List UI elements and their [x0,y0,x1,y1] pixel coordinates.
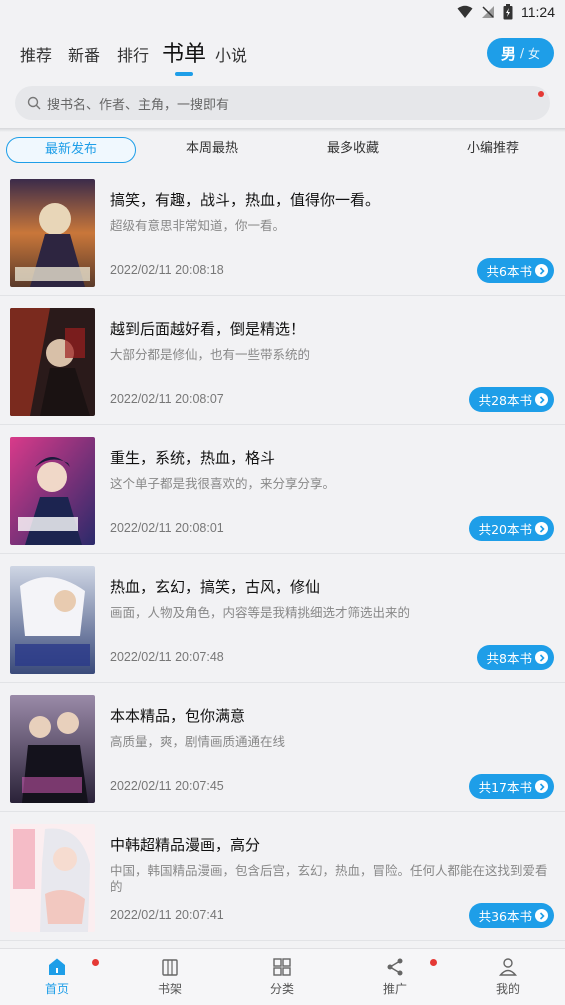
top-tabs: 推荐 新番 排行 书单 小说 [0,32,565,76]
list-title: 越到后面越好看，倒是精选！ [110,320,306,338]
nav-profile-label: 我的 [495,982,520,996]
list-title: 搞笑，有趣，战斗，热血，值得你一看。 [110,191,381,209]
book-count-label: 共36本书 [478,909,532,924]
chevron-right-icon [535,393,548,406]
list-title: 中韩超精品漫画，高分 [110,836,261,854]
nav-home-label: 首页 [44,982,69,996]
list-date: 2022/02/11 20:07:45 [110,779,224,793]
status-bar: 11:24 [0,0,565,28]
battery-icon [503,4,513,20]
notification-dot [430,959,437,966]
book-count-label: 共20本书 [478,522,532,537]
cover-image [10,824,95,932]
list-title: 本本精品，包你满意 [110,707,246,725]
list-description: 超级有意思非常知道，你一看。 [110,218,286,233]
book-count-button[interactable]: 共36本书 [468,903,554,928]
tab-recommend[interactable]: 推荐 [20,42,52,66]
list-item[interactable]: 本本精品，包你满意 高质量，爽，剧情画质通通在线 2022/02/11 20:0… [0,685,565,812]
search-placeholder: 搜书名、作者、主角，一搜即有 [47,97,230,113]
cover-image [10,566,95,674]
list-description: 画面，人物及角色，内容等是我精挑细选才筛选出来的 [110,605,411,620]
cover-image [10,308,95,416]
header-divider [0,128,565,132]
nav-home[interactable]: 首页 [27,957,87,997]
list-description: 大部分都是修仙，也有一些带系统的 [110,347,311,362]
nav-category-label: 分类 [269,982,294,996]
book-count-button[interactable]: 共28本书 [468,387,554,412]
chevron-right-icon [535,264,548,277]
search-icon [27,96,41,110]
tab-novel[interactable]: 小说 [215,42,247,66]
book-count-button[interactable]: 共17本书 [468,774,554,799]
list-date: 2022/02/11 20:08:01 [110,521,224,535]
gender-female: 女 [528,46,541,61]
nav-promote[interactable]: 推广 [365,957,425,997]
notification-dot [92,959,99,966]
chevron-right-icon [535,780,548,793]
book-count-button[interactable]: 共8本书 [476,645,554,670]
cover-image [10,179,95,287]
nav-bookshelf[interactable]: 书架 [140,957,200,997]
search-input[interactable]: 搜书名、作者、主角，一搜即有 [15,86,550,120]
chevron-right-icon [535,909,548,922]
filter-editor-picks[interactable]: 小编推荐 [428,137,558,163]
tab-ranking[interactable]: 排行 [117,42,149,66]
status-icons: 11:24 [457,4,555,20]
list-description: 中国，韩国精品漫画，包含后宫，玄幻，热血，冒险。任何人都能在这找到爱看的 [110,863,548,894]
list-description: 高质量，爽，剧情画质通通在线 [110,734,286,749]
bottom-nav: 首页 书架 分类 推广 我的 [0,948,565,1005]
filter-tabs: 最新发布 本周最热 最多收藏 小编推荐 [0,137,565,163]
home-icon [49,958,65,975]
no-signal-icon [482,6,494,18]
list-date: 2022/02/11 20:08:18 [110,263,224,277]
list-date: 2022/02/11 20:07:41 [110,908,224,922]
list-item[interactable]: 搞笑，有趣，战斗，热血，值得你一看。 超级有意思非常知道，你一看。 2022/0… [0,169,565,296]
book-count-button[interactable]: 共20本书 [468,516,554,541]
list-item[interactable]: 越到后面越好看，倒是精选！ 大部分都是修仙，也有一些带系统的 2022/02/1… [0,298,565,425]
cover-image [10,437,95,545]
wifi-icon [457,5,473,18]
chevron-right-icon [535,522,548,535]
filter-most-favorited[interactable]: 最多收藏 [288,137,418,163]
list-description: 这个单子都是我很喜欢的，来分享分享。 [110,476,336,491]
share-icon [387,958,403,976]
user-icon [499,958,517,976]
nav-promote-label: 推广 [382,982,407,996]
tab-new[interactable]: 新番 [68,42,100,66]
book-count-label: 共17本书 [478,780,532,795]
list-title: 热血，玄幻，搞笑，古风，修仙 [110,578,321,596]
filter-weekly-hot[interactable]: 本周最热 [147,137,277,163]
list-title: 重生，系统，热血，格斗 [110,449,276,467]
bookshelf-icon [162,959,178,976]
grid-icon [273,958,291,976]
filter-latest[interactable]: 最新发布 [6,137,136,163]
gender-separator: / [519,46,525,60]
list-item[interactable]: 中韩超精品漫画，高分 中国，韩国精品漫画，包含后宫，玄幻，热血，冒险。任何人都能… [0,814,565,941]
nav-bookshelf-label: 书架 [157,982,182,996]
book-count-label: 共28本书 [478,393,532,408]
book-count-button[interactable]: 共6本书 [476,258,554,283]
status-time: 11:24 [521,4,555,20]
list-date: 2022/02/11 20:07:48 [110,650,224,664]
cover-image [10,695,95,803]
list-item[interactable]: 重生，系统，热血，格斗 这个单子都是我很喜欢的，来分享分享。 2022/02/1… [0,427,565,554]
notification-dot [538,91,544,97]
tab-booklist[interactable]: 书单 [162,36,206,68]
list-date: 2022/02/11 20:08:07 [110,392,224,406]
nav-category[interactable]: 分类 [252,957,312,997]
book-count-label: 共6本书 [486,264,532,279]
list-item[interactable]: 热血，玄幻，搞笑，古风，修仙 画面，人物及角色，内容等是我精挑细选才筛选出来的 … [0,556,565,683]
chevron-right-icon [535,651,548,664]
nav-profile[interactable]: 我的 [478,957,538,997]
book-count-label: 共8本书 [486,651,532,666]
gender-toggle[interactable]: 男 / 女 [487,38,554,68]
gender-male: 男 [500,44,516,63]
